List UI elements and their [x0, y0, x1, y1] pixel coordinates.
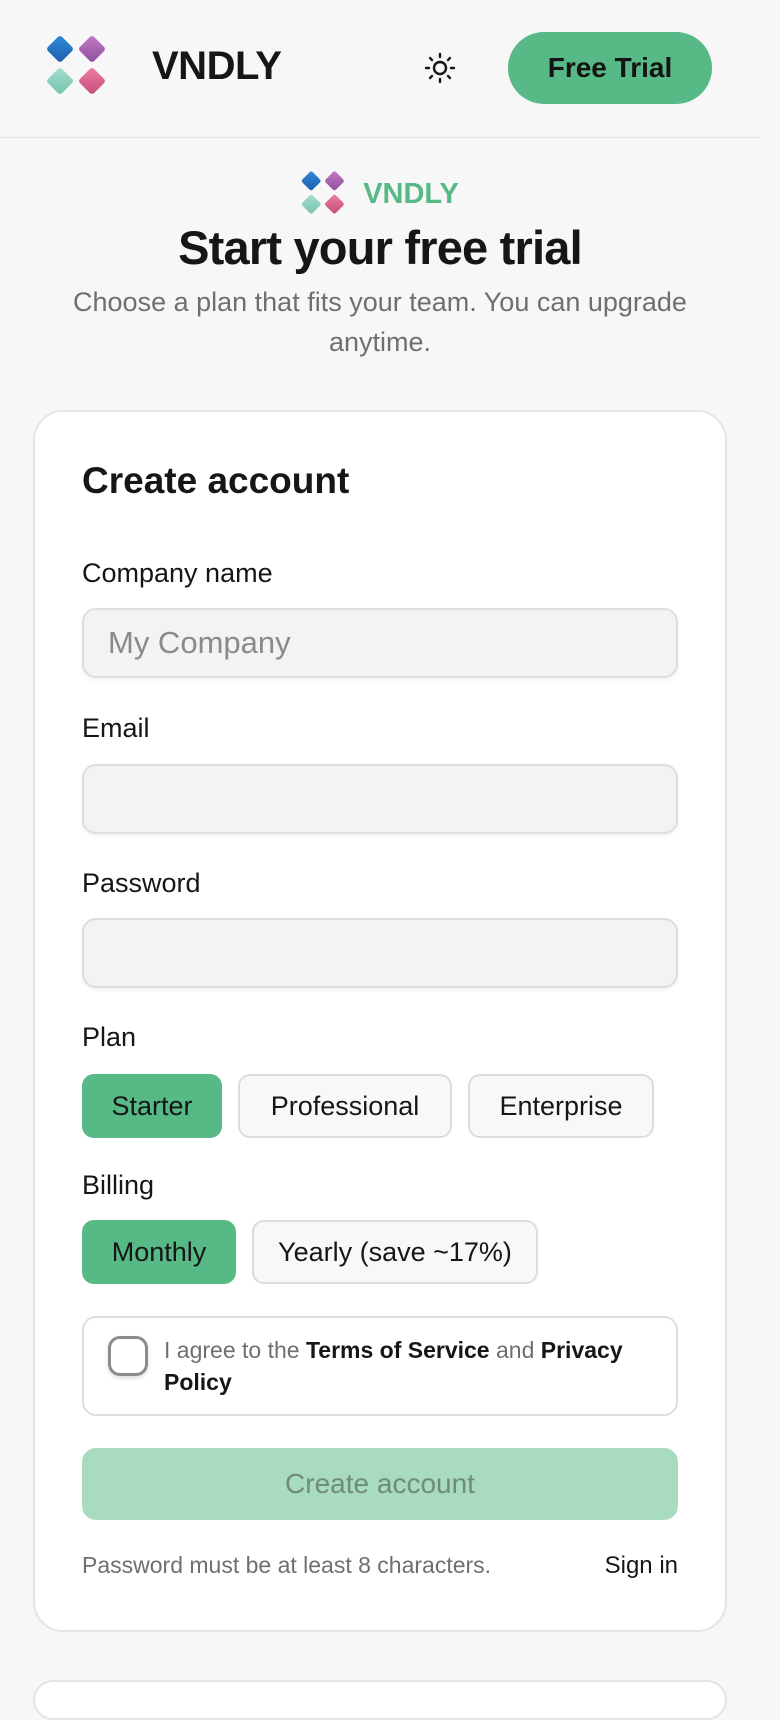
- billing-label: Billing: [82, 1170, 155, 1200]
- company-name-label: Company name: [82, 558, 273, 588]
- hero-brand-name: VNDLY: [363, 177, 459, 210]
- create-account-button[interactable]: Create account: [82, 1448, 678, 1520]
- page-subtitle: Choose a plan that fits your team. You c…: [73, 287, 687, 357]
- agree-and-text: and: [496, 1337, 535, 1363]
- agree-prefix-text: I agree to the: [164, 1337, 300, 1363]
- next-card-edge: [33, 1680, 727, 1720]
- page-title: Start your free trial: [178, 221, 583, 274]
- free-trial-button[interactable]: Free Trial: [508, 32, 712, 104]
- terms-of-service-link[interactable]: Terms of Service: [306, 1337, 490, 1363]
- plan-option-professional[interactable]: Professional: [238, 1074, 452, 1138]
- plan-label: Plan: [82, 1022, 137, 1052]
- company-name-input[interactable]: [82, 608, 678, 678]
- hero-brand: VNDLY: [0, 170, 760, 218]
- sign-in-link[interactable]: Sign in: [560, 1552, 678, 1580]
- brand-name[interactable]: VNDLY: [152, 44, 282, 89]
- billing-option-yearly[interactable]: Yearly (save ~17%): [252, 1220, 538, 1284]
- billing-option-monthly[interactable]: Monthly: [82, 1220, 236, 1284]
- terms-agreement-text: I agree to the Terms of Service and Priv…: [164, 1334, 664, 1398]
- top-bar: VNDLY Free Trial: [0, 0, 760, 138]
- email-input[interactable]: [82, 764, 678, 834]
- theme-toggle-button[interactable]: [418, 46, 462, 90]
- password-label: Password: [82, 868, 201, 898]
- password-hint: Password must be at least 8 characters.: [82, 1552, 492, 1578]
- plan-option-enterprise[interactable]: Enterprise: [468, 1074, 654, 1138]
- vndly-logo-icon[interactable]: [46, 34, 112, 100]
- vndly-logo-icon: [301, 171, 345, 214]
- terms-checkbox[interactable]: [108, 1336, 148, 1376]
- email-label: Email: [82, 713, 150, 743]
- form-title: Create account: [82, 460, 350, 501]
- plan-option-starter[interactable]: Starter: [82, 1074, 222, 1138]
- sun-icon: [424, 52, 456, 84]
- password-input[interactable]: [82, 918, 678, 988]
